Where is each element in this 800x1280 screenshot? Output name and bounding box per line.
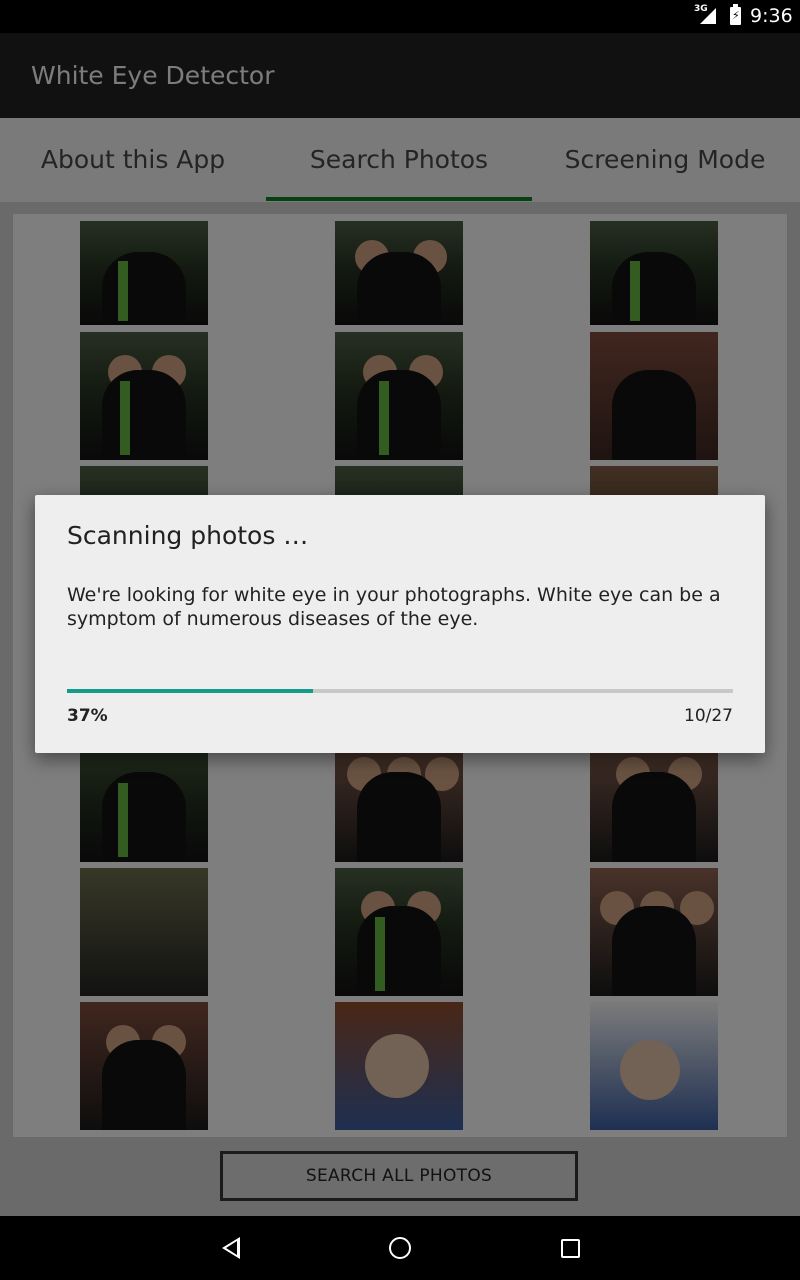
scanning-dialog: Scanning photos … We're looking for whit…	[35, 495, 765, 753]
dialog-message: We're looking for white eye in your phot…	[67, 584, 721, 630]
progress-bar	[67, 689, 733, 693]
progress-count: 10/27	[684, 706, 733, 726]
dialog-title: Scanning photos …	[67, 521, 309, 550]
progress-bar-fill	[67, 689, 314, 693]
back-icon[interactable]	[222, 1237, 240, 1259]
clock: 9:36	[750, 5, 793, 27]
battery-charging-icon: ⚡	[730, 4, 741, 25]
home-icon[interactable]	[389, 1237, 411, 1259]
recent-apps-icon[interactable]	[561, 1239, 580, 1258]
progress-percent: 37%	[67, 706, 108, 726]
signal-icon	[700, 8, 716, 24]
status-bar: 3G ⚡ 9:36	[0, 0, 800, 33]
